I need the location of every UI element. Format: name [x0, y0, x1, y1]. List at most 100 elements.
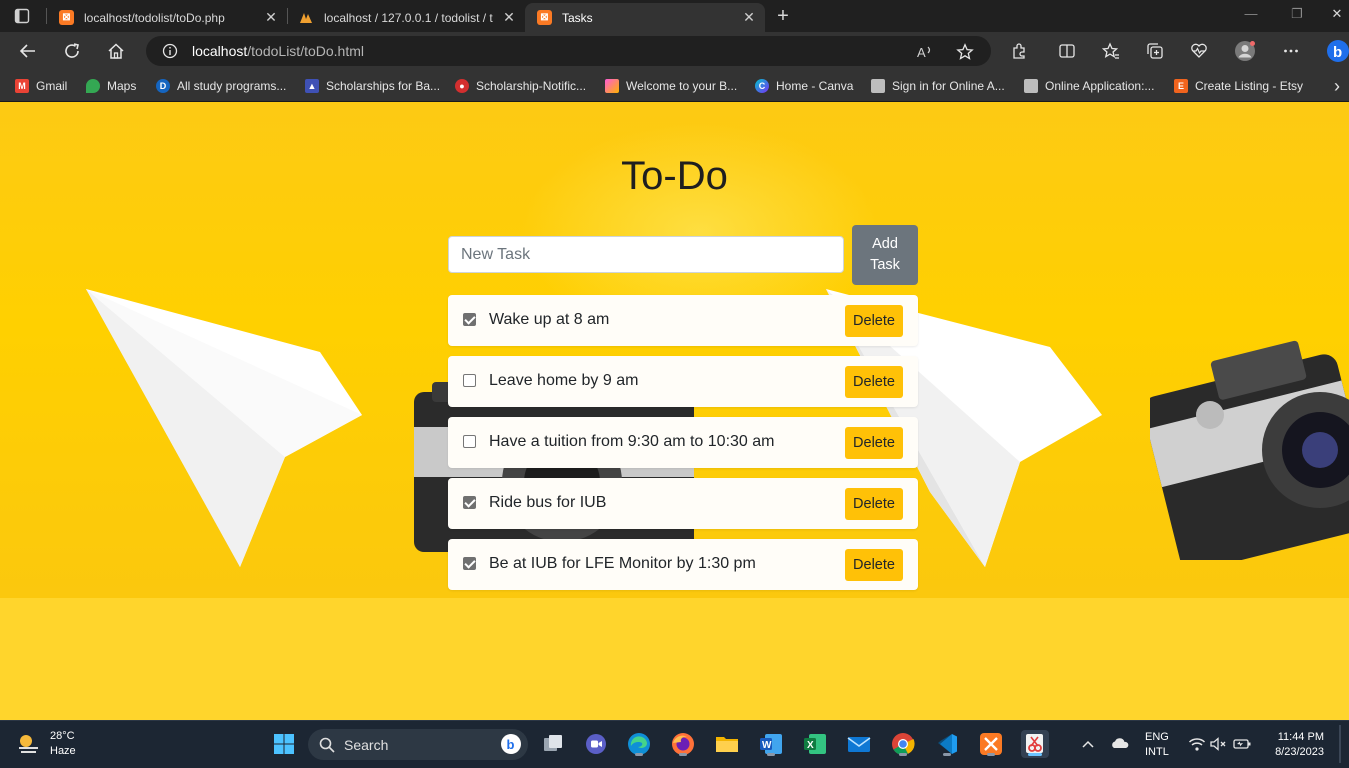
bookmark-label: Online Application:...	[1045, 79, 1155, 93]
bookmark-scholarship-notific[interactable]: ● Scholarship-Notific...	[455, 76, 586, 96]
running-indicator	[679, 753, 687, 756]
clock[interactable]: 11:44 PM 8/23/2023	[1262, 730, 1324, 760]
delete-task-button[interactable]: Delete	[845, 366, 903, 398]
home-button[interactable]	[104, 39, 128, 63]
d-icon: D	[156, 79, 170, 93]
delete-task-button[interactable]: Delete	[845, 427, 903, 459]
bookmark-online-application[interactable]: Online Application:...	[1024, 76, 1154, 96]
excel-icon[interactable]: X	[801, 730, 829, 758]
svg-text:W: W	[762, 740, 772, 751]
running-indicator	[899, 753, 907, 756]
weather-widget[interactable]: 28°C Haze	[16, 729, 76, 759]
browser-essentials-icon[interactable]	[1188, 40, 1210, 62]
chat-icon[interactable]	[582, 730, 610, 758]
page-title: To-Do	[621, 154, 728, 198]
extensions-icon[interactable]	[1008, 40, 1030, 62]
bookmark-canva[interactable]: C Home - Canva	[755, 76, 853, 96]
running-indicator	[987, 753, 995, 756]
running-indicator	[635, 753, 643, 756]
show-desktop-button[interactable]	[1339, 725, 1341, 763]
favorite-star-icon[interactable]	[956, 43, 974, 61]
task-text: Ride bus for IUB	[489, 494, 607, 511]
mail-icon[interactable]	[845, 730, 873, 758]
task-item: Leave home by 9 am Delete	[448, 356, 918, 407]
bookmark-label: Welcome to your B...	[626, 79, 738, 93]
task-checkbox[interactable]	[463, 435, 476, 448]
more-menu-icon[interactable]	[1280, 40, 1302, 62]
language-indicator[interactable]: ENG INTL	[1145, 730, 1169, 760]
word-icon[interactable]: W	[757, 730, 785, 758]
add-task-button[interactable]: Add Task	[852, 225, 918, 285]
task-item: Wake up at 8 am Delete	[448, 295, 918, 346]
firefox-icon[interactable]	[669, 730, 697, 758]
tab-close-icon[interactable]: ✕	[737, 9, 761, 26]
bookmark-sign-in[interactable]: Sign in for Online A...	[871, 76, 1005, 96]
delete-task-button[interactable]: Delete	[845, 488, 903, 520]
task-checkbox[interactable]	[463, 313, 476, 326]
task-item: Have a tuition from 9:30 am to 10:30 am …	[448, 417, 918, 468]
bookmark-scholarships[interactable]: ▲ Scholarships for Ba...	[305, 76, 440, 96]
scholarship-icon: ▲	[305, 79, 319, 93]
tab-close-icon[interactable]: ✕	[497, 9, 521, 26]
bookmark-etsy[interactable]: E Create Listing - Etsy	[1174, 76, 1303, 96]
bing-icon: b	[501, 734, 521, 754]
bookmark-label: Scholarships for Ba...	[326, 79, 441, 93]
bookmark-gmail[interactable]: M Gmail	[15, 76, 67, 96]
tab-actions-icon[interactable]	[14, 8, 30, 24]
weather-temp: 28°C	[50, 730, 75, 742]
snipping-tool-icon[interactable]	[1021, 730, 1049, 758]
profile-avatar[interactable]	[1234, 40, 1256, 62]
maximize-button[interactable]: ❐	[1282, 6, 1312, 22]
url-text[interactable]: localhost/todoList/toDo.html	[192, 43, 364, 59]
new-tab-button[interactable]: +	[772, 4, 794, 28]
refresh-button[interactable]	[60, 39, 84, 63]
bookmark-study-programs[interactable]: D All study programs...	[156, 76, 286, 96]
tab-tasks[interactable]: ⊠ Tasks ✕	[525, 3, 765, 32]
edge-icon[interactable]	[625, 730, 653, 758]
bookmark-welcome[interactable]: Welcome to your B...	[605, 76, 737, 96]
split-screen-icon[interactable]	[1056, 40, 1078, 62]
url-host: localhost	[192, 43, 248, 59]
bookmark-maps[interactable]: Maps	[86, 76, 136, 96]
page-lower-background	[0, 598, 1349, 720]
task-text: Be at IUB for LFE Monitor by 1:30 pm	[489, 555, 756, 572]
new-task-input[interactable]	[448, 236, 844, 273]
windows-taskbar: 28°C Haze Search b W X ENG INTL 11:44 PM…	[0, 720, 1349, 768]
address-bar[interactable]: localhost/todoList/toDo.html A	[146, 36, 991, 66]
url-path: /todoList/toDo.html	[247, 43, 364, 59]
file-explorer-icon[interactable]	[713, 730, 741, 758]
collections-icon[interactable]	[1144, 40, 1166, 62]
task-view-icon[interactable]	[539, 730, 567, 758]
chrome-icon[interactable]	[889, 730, 917, 758]
bookmarks-more-chevron-icon[interactable]: ›	[1334, 76, 1340, 96]
vscode-icon[interactable]	[933, 730, 961, 758]
task-checkbox[interactable]	[463, 557, 476, 570]
keyboard-layout: INTL	[1145, 746, 1169, 758]
task-checkbox[interactable]	[463, 374, 476, 387]
show-hidden-icons-chevron-icon[interactable]	[1074, 730, 1102, 758]
xampp-icon[interactable]	[977, 730, 1005, 758]
minimize-button[interactable]: —	[1236, 6, 1266, 21]
bing-copilot-icon[interactable]: b	[1325, 38, 1349, 64]
tab-close-icon[interactable]: ✕	[259, 9, 283, 26]
task-item: Be at IUB for LFE Monitor by 1:30 pm Del…	[448, 539, 918, 590]
tab-phpmyadmin[interactable]: localhost / 127.0.0.1 / todolist / t ✕	[287, 3, 525, 32]
etsy-icon: E	[1174, 79, 1188, 93]
delete-task-button[interactable]: Delete	[845, 549, 903, 581]
svg-text:A: A	[917, 45, 926, 60]
taskbar-search-box[interactable]: Search b	[308, 729, 528, 760]
tab-todo-php[interactable]: ⊠ localhost/todolist/toDo.php ✕	[47, 3, 287, 32]
close-window-button[interactable]: ✕	[1322, 6, 1349, 22]
bookmark-label: Maps	[107, 79, 137, 93]
delete-task-button[interactable]: Delete	[845, 305, 903, 337]
favorites-icon[interactable]	[1100, 40, 1122, 62]
start-icon[interactable]	[270, 730, 298, 758]
task-checkbox[interactable]	[463, 496, 476, 509]
onedrive-cloud-icon[interactable]	[1106, 730, 1134, 758]
language-code: ENG	[1145, 731, 1169, 743]
read-aloud-icon[interactable]: A	[916, 43, 934, 61]
back-button[interactable]	[16, 39, 40, 63]
site-info-icon[interactable]	[162, 43, 178, 59]
battery-icon[interactable]	[1228, 730, 1256, 758]
bookmark-label: Create Listing - Etsy	[1195, 79, 1304, 93]
